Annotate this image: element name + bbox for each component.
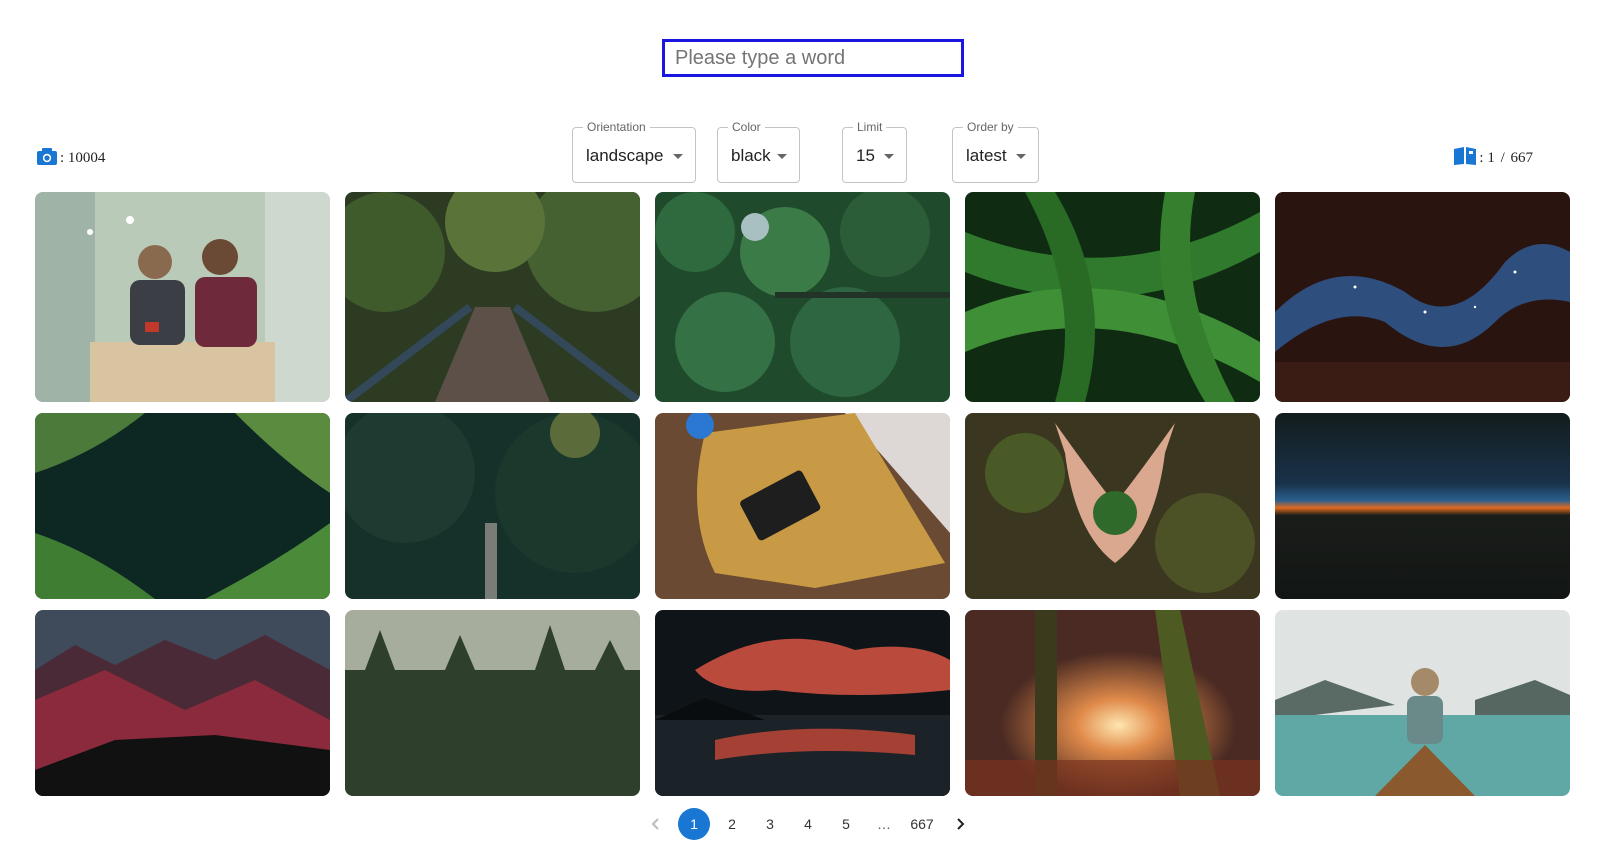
photo-card[interactable] xyxy=(345,610,640,796)
book-icon xyxy=(1453,146,1477,171)
previous-page-button[interactable] xyxy=(640,808,672,840)
search-box xyxy=(662,39,964,77)
page-button-last[interactable]: 667 xyxy=(906,808,938,840)
orientation-value: landscape xyxy=(586,146,664,165)
pagination: 1 2 3 4 5 … 667 xyxy=(637,808,979,840)
chevron-right-icon xyxy=(957,818,965,830)
photo-card[interactable] xyxy=(655,610,950,796)
photo-card[interactable] xyxy=(345,192,640,402)
photo-card[interactable] xyxy=(965,610,1260,796)
page-button-4[interactable]: 4 xyxy=(792,808,824,840)
page-count-stat: : 1 / 667 xyxy=(1453,146,1533,171)
photo-card[interactable] xyxy=(1275,192,1570,402)
search-input[interactable] xyxy=(662,39,964,77)
total-pages-number: 667 xyxy=(1510,150,1534,166)
page-button-3[interactable]: 3 xyxy=(754,808,786,840)
photo-card[interactable] xyxy=(35,413,330,599)
orientation-select[interactable]: Orientation landscape xyxy=(572,120,696,183)
photo-card[interactable] xyxy=(655,192,950,402)
order-by-value: latest xyxy=(966,146,1007,165)
dropdown-arrow-icon xyxy=(777,154,787,159)
photo-card[interactable] xyxy=(1275,413,1570,599)
photo-card[interactable] xyxy=(655,413,950,599)
color-select[interactable]: Color black xyxy=(717,120,800,183)
photo-card[interactable] xyxy=(35,610,330,796)
limit-value: 15 xyxy=(856,146,875,165)
current-page-number: : 1 xyxy=(1479,150,1495,166)
photo-card[interactable] xyxy=(345,413,640,599)
dropdown-arrow-icon xyxy=(1016,154,1026,159)
gallery-row xyxy=(35,192,1575,402)
gallery-row xyxy=(35,610,1575,796)
limit-label: Limit xyxy=(853,120,887,134)
limit-select[interactable]: Limit 15 xyxy=(842,120,907,183)
photo-card[interactable] xyxy=(35,192,330,402)
color-label: Color xyxy=(728,120,765,134)
photo-gallery xyxy=(35,192,1575,807)
dropdown-arrow-icon xyxy=(673,154,683,159)
gallery-row xyxy=(35,413,1575,599)
page-button-2[interactable]: 2 xyxy=(716,808,748,840)
photo-card[interactable] xyxy=(1275,610,1570,796)
orientation-label: Orientation xyxy=(583,120,650,134)
page-button-5[interactable]: 5 xyxy=(830,808,862,840)
order-by-label: Order by xyxy=(963,120,1018,134)
chevron-left-icon xyxy=(651,818,659,830)
next-page-button[interactable] xyxy=(944,808,976,840)
pages-separator: / xyxy=(1496,150,1509,166)
color-value: black xyxy=(731,146,771,165)
photo-card[interactable] xyxy=(965,413,1260,599)
photo-card[interactable] xyxy=(965,192,1260,402)
page-button-1[interactable]: 1 xyxy=(678,808,710,840)
pagination-ellipsis: … xyxy=(877,816,891,832)
order-by-select[interactable]: Order by latest xyxy=(952,120,1039,183)
total-photos-count: : 10004 xyxy=(60,150,106,166)
dropdown-arrow-icon xyxy=(884,154,894,159)
total-photos-stat: : 10004 xyxy=(36,146,105,171)
camera-icon xyxy=(36,146,58,171)
